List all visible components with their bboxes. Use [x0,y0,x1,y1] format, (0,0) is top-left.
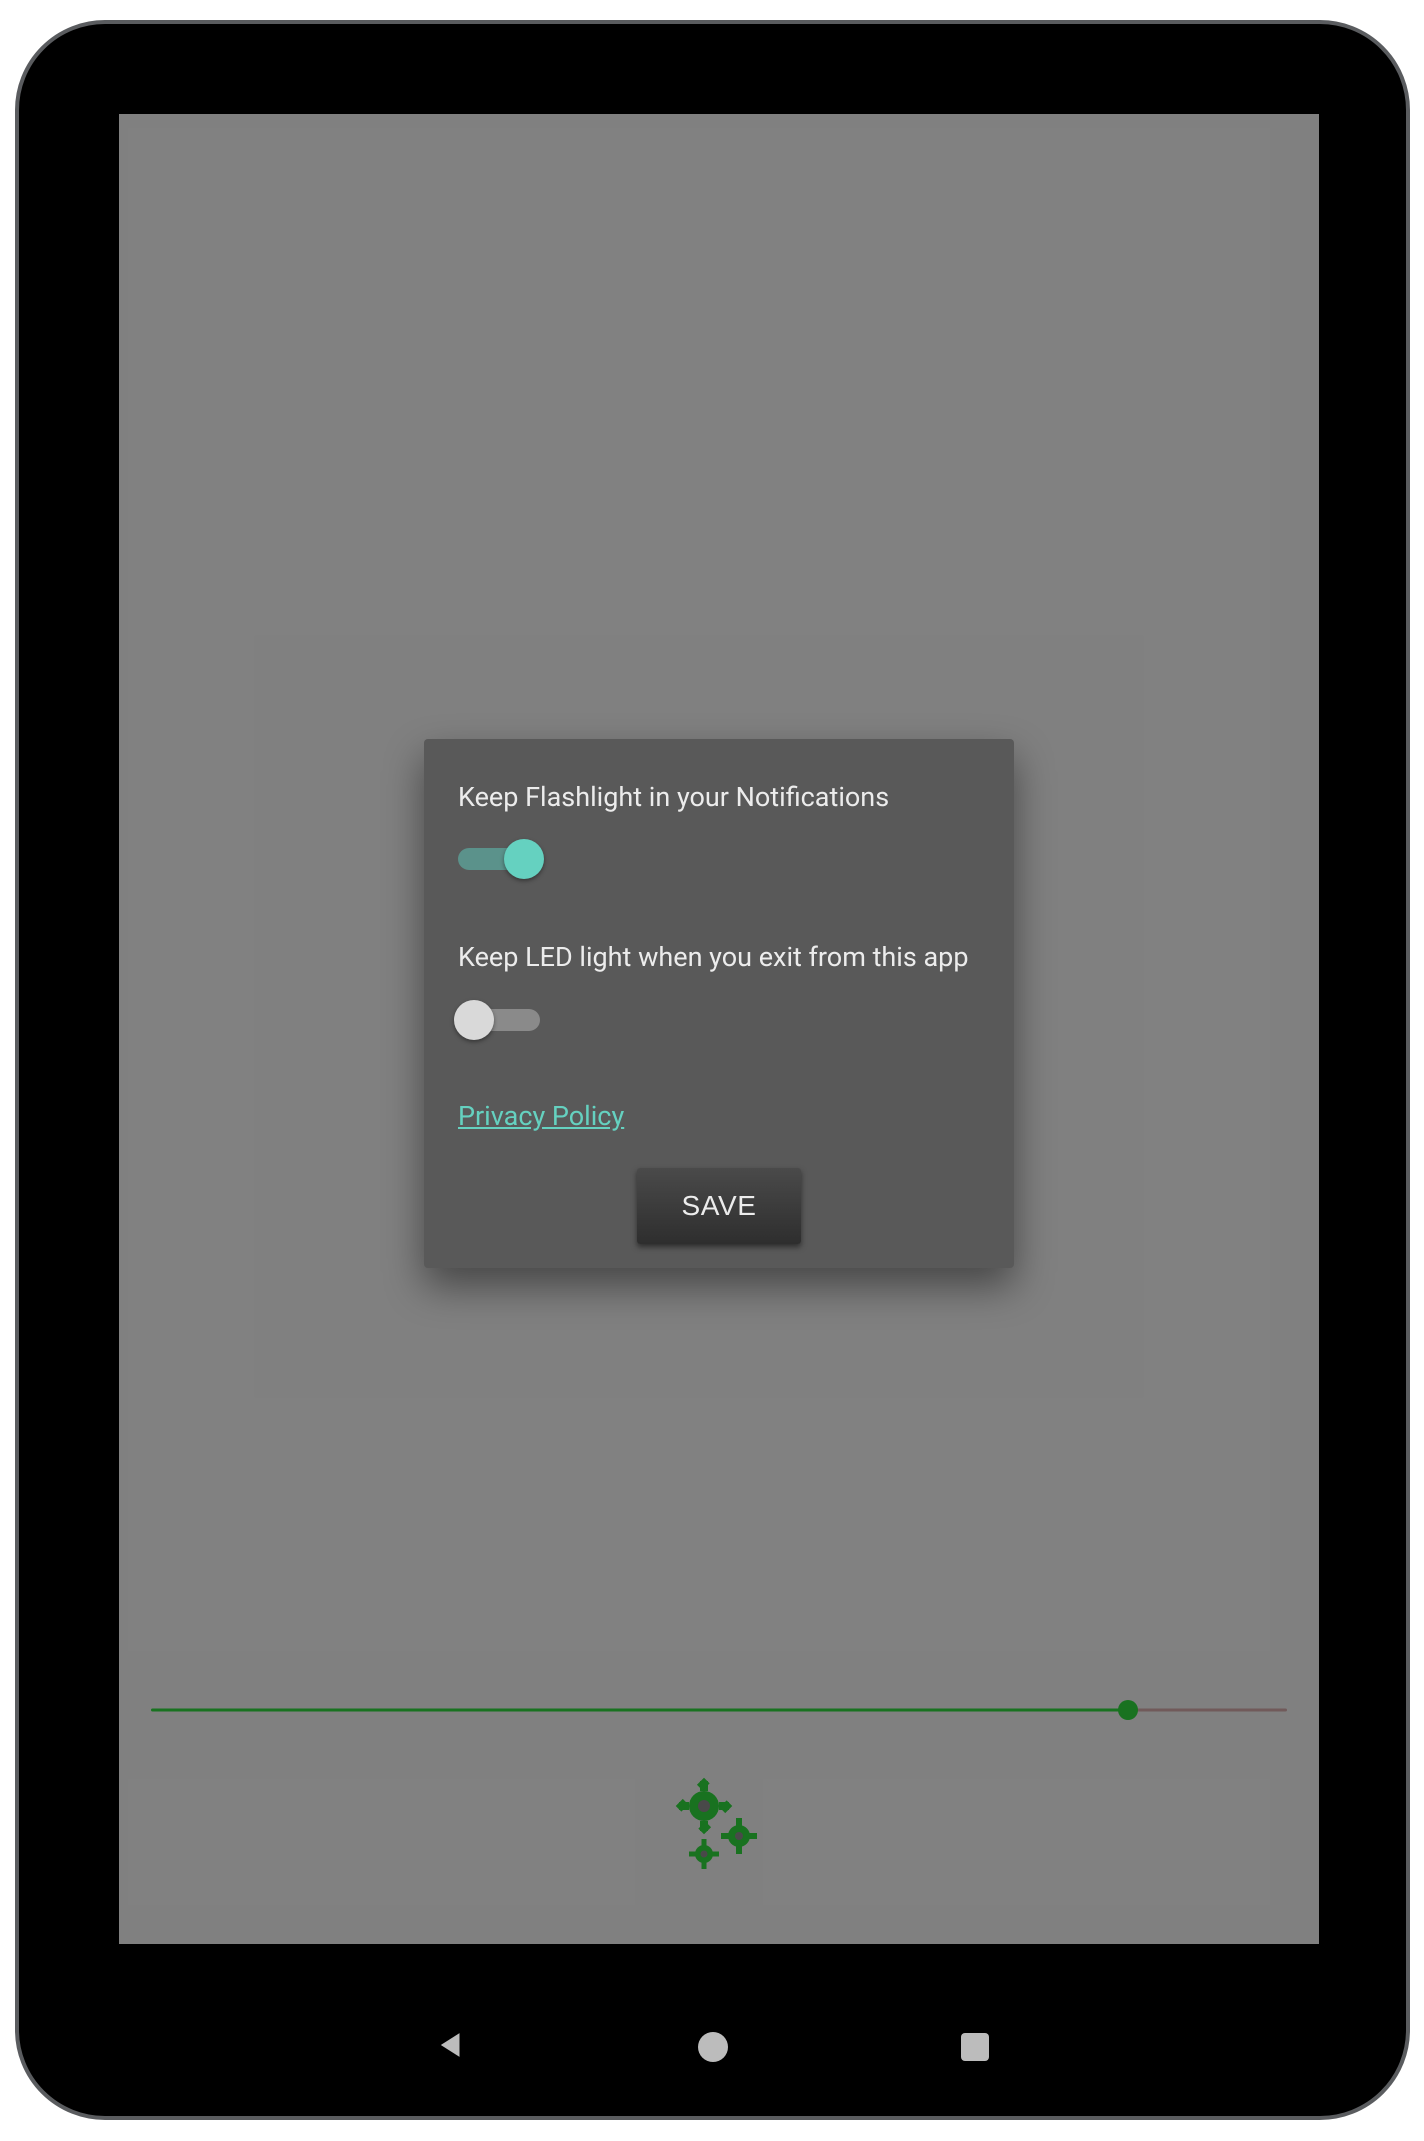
settings-dialog: Keep Flashlight in your Notifications Ke… [424,739,1014,1268]
tablet-frame: Keep Flashlight in your Notifications Ke… [15,20,1410,2120]
nav-recent-button[interactable] [954,2026,996,2068]
toggle-thumb [454,1000,494,1040]
toggle-thumb [504,839,544,879]
option-label: Keep LED light when you exit from this a… [458,939,980,975]
toggle-keep-flashlight-notification[interactable] [458,837,540,881]
nav-home-button[interactable] [692,2026,734,2068]
option-keep-led-on-exit: Keep LED light when you exit from this a… [458,939,980,1041]
triangle-back-icon [434,2028,468,2066]
privacy-policy-link[interactable]: Privacy Policy [458,1100,624,1132]
toggle-keep-led-on-exit[interactable] [458,998,540,1042]
nav-back-button[interactable] [430,2026,472,2068]
save-button[interactable]: SAVE [637,1168,800,1244]
app-screen: Keep Flashlight in your Notifications Ke… [119,114,1319,1944]
device-nav-bar [119,2002,1306,2092]
option-keep-flashlight-notification: Keep Flashlight in your Notifications [458,779,980,881]
option-label: Keep Flashlight in your Notifications [458,779,980,815]
square-recent-icon [961,2033,989,2061]
circle-home-icon [698,2032,728,2062]
